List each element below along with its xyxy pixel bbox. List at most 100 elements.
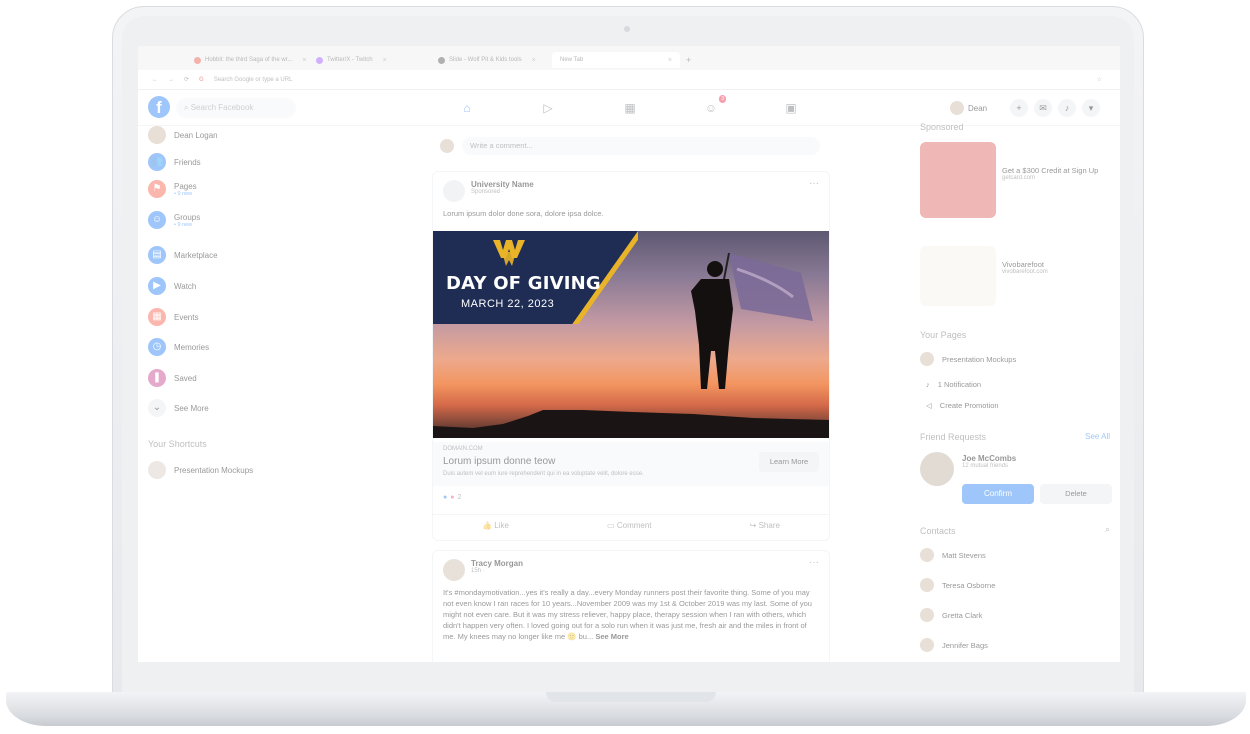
sidebar-item-friends[interactable]: 👥 Friends: [148, 153, 201, 171]
avatar: [148, 461, 166, 479]
friends-icon: 👥: [148, 153, 166, 171]
page-name[interactable]: University Name: [471, 180, 534, 189]
sidebar-item-events[interactable]: ▦ Events: [148, 308, 198, 326]
create-button[interactable]: +: [1010, 99, 1028, 117]
ad-domain: getcard.com: [1002, 175, 1036, 181]
reaction-count: 2: [457, 494, 462, 501]
sidebar-item-label: Saved: [174, 373, 197, 383]
like-button[interactable]: 👍 Like: [482, 521, 509, 530]
tab-favicon-icon: [438, 56, 445, 64]
facebook-logo-icon[interactable]: f: [148, 96, 170, 118]
contacts-title: Contacts: [920, 526, 956, 536]
post-text: Lorum ipsum dolor done sora, dolore ipsa…: [443, 209, 604, 218]
create-promotion[interactable]: ◁ Create Promotion: [926, 401, 999, 410]
close-tab-icon[interactable]: ×: [532, 57, 536, 64]
laptop-notch: [546, 692, 716, 702]
contact-name: Gretta Clark: [942, 610, 983, 620]
profile-button[interactable]: Dean: [950, 101, 987, 115]
sidebar-item-marketplace[interactable]: ▤ Marketplace: [148, 246, 218, 264]
sidebar-item-see-more[interactable]: ⌄ See More: [148, 399, 209, 417]
messenger-icon[interactable]: ✉: [1034, 99, 1052, 117]
sponsored-ad-1[interactable]: Get a $300 Credit at Sign Up getcard.com: [1002, 166, 1118, 181]
new-tab-button[interactable]: +: [678, 52, 699, 68]
avatar: [443, 559, 465, 581]
sidebar-item-sub: • 9 new: [174, 221, 193, 228]
day-of-giving-ad-image[interactable]: DAY OF GIVING MARCH 22, 2023: [433, 231, 829, 438]
link-preview[interactable]: DOMAIN.COM Lorum ipsum donne teow Duis a…: [433, 442, 829, 486]
reload-icon[interactable]: ⟳: [184, 76, 189, 83]
comment-input[interactable]: Write a comment...: [462, 137, 820, 155]
share-icon: ↪: [749, 521, 757, 530]
poster-name[interactable]: Tracy Morgan: [471, 559, 523, 568]
account-menu-icon[interactable]: ▾: [1082, 99, 1100, 117]
contact-item[interactable]: Gretta Clark: [920, 608, 982, 622]
close-tab-icon[interactable]: ×: [302, 57, 306, 64]
sidebar-item-profile[interactable]: Dean Logan: [148, 126, 218, 144]
home-icon[interactable]: ⌂: [458, 99, 476, 117]
more-options-icon[interactable]: ···: [809, 557, 819, 568]
user-name: Dean: [968, 103, 988, 113]
contact-item[interactable]: Matt Stevens: [920, 548, 986, 562]
close-tab-icon[interactable]: ×: [383, 57, 387, 64]
confirm-button[interactable]: Confirm: [962, 484, 1034, 504]
post-meta: Sponsored ·: [471, 189, 504, 195]
sponsored-ad-image[interactable]: [920, 142, 996, 218]
sidebar-item-pages[interactable]: ⚑ Pages • 9 new: [148, 180, 197, 198]
share-label: Share: [758, 521, 780, 530]
calendar-icon: ▦: [148, 308, 166, 326]
tab-label: Slide - Wolf Pit & Kids tools: [449, 57, 522, 63]
more-options-icon[interactable]: ···: [809, 178, 819, 189]
watch-nav-icon[interactable]: ▷: [539, 99, 557, 117]
notifications-icon[interactable]: ♪: [1058, 99, 1076, 117]
sidebar-item-watch[interactable]: ▶ Watch: [148, 277, 196, 295]
avatar: [920, 638, 934, 652]
sidebar-item-memories[interactable]: ◷ Memories: [148, 338, 209, 356]
browser-tab[interactable]: Slide - Wolf Pit & Kids tools ×: [430, 52, 544, 68]
sidebar-item-label: Marketplace: [174, 250, 218, 260]
reactions-summary[interactable]: ● ● 2: [443, 494, 461, 501]
sidebar-item-saved[interactable]: ❚ Saved: [148, 369, 197, 387]
learn-more-button[interactable]: Learn More: [759, 452, 819, 472]
url-input[interactable]: Search Google or type a URL: [214, 77, 293, 83]
browser-tab-active[interactable]: New Tab ×: [552, 52, 680, 68]
sidebar-item-label: Events: [174, 312, 199, 322]
see-more-link[interactable]: See More: [595, 632, 628, 641]
avatar: [148, 126, 166, 144]
contact-name: Teresa Osborne: [942, 580, 996, 590]
share-button[interactable]: ↪ Share: [750, 521, 780, 530]
like-reaction-icon: ●: [443, 494, 448, 501]
contact-item[interactable]: Teresa Osborne: [920, 578, 995, 592]
browser-tab[interactable]: Hobbit: the third Saga of the wr... ×: [186, 52, 314, 68]
delete-button[interactable]: Delete: [1040, 484, 1112, 504]
request-name[interactable]: Joe McCombs: [962, 454, 1016, 463]
contacts-search-icon[interactable]: ⌕: [1105, 524, 1110, 535]
sponsored-ad-2[interactable]: Vivobarefoot vivobarefoot.com: [1002, 260, 1118, 275]
shoe-ad-image[interactable]: [920, 246, 996, 306]
flag-icon: ⚑: [148, 180, 166, 198]
close-tab-icon[interactable]: ×: [668, 57, 672, 64]
contact-item[interactable]: Jennifer Bags: [920, 638, 988, 652]
bookmark-star-icon[interactable]: ☆: [1097, 76, 1102, 83]
search-input[interactable]: ⌕ Search Facebook: [176, 98, 296, 118]
google-icon: G: [199, 76, 204, 83]
bell-icon: ♪: [926, 380, 930, 389]
forward-icon[interactable]: →: [168, 77, 174, 83]
thumbs-up-icon: 👍: [482, 521, 493, 530]
comment-icon: ▭: [607, 521, 615, 530]
gaming-nav-icon[interactable]: ▣: [782, 99, 800, 117]
clock-icon: ◷: [148, 338, 166, 356]
sidebar-item-label: Memories: [174, 342, 210, 352]
megaphone-icon: ◁: [926, 401, 932, 410]
marketplace-nav-icon[interactable]: ▦: [621, 99, 639, 117]
sidebar-item-shortcut[interactable]: Presentation Mockups: [148, 461, 253, 479]
see-all-link[interactable]: See All: [1085, 432, 1110, 441]
comment-button[interactable]: ▭ Comment: [607, 521, 651, 530]
link-title: Lorum ipsum donne teow: [443, 456, 556, 467]
back-icon[interactable]: ←: [152, 77, 158, 83]
browser-tab[interactable]: Twitter/X - Twitch ×: [308, 52, 395, 68]
page-item[interactable]: Presentation Mockups: [920, 352, 1016, 366]
address-bar[interactable]: ← → ⟳ G Search Google or type a URL ☆: [138, 70, 1120, 90]
groups-nav-icon[interactable]: ☺ 3: [702, 95, 726, 117]
sidebar-item-groups[interactable]: ☺ Groups • 9 new: [148, 211, 200, 229]
page-notifications[interactable]: ♪ 1 Notification: [926, 380, 981, 389]
